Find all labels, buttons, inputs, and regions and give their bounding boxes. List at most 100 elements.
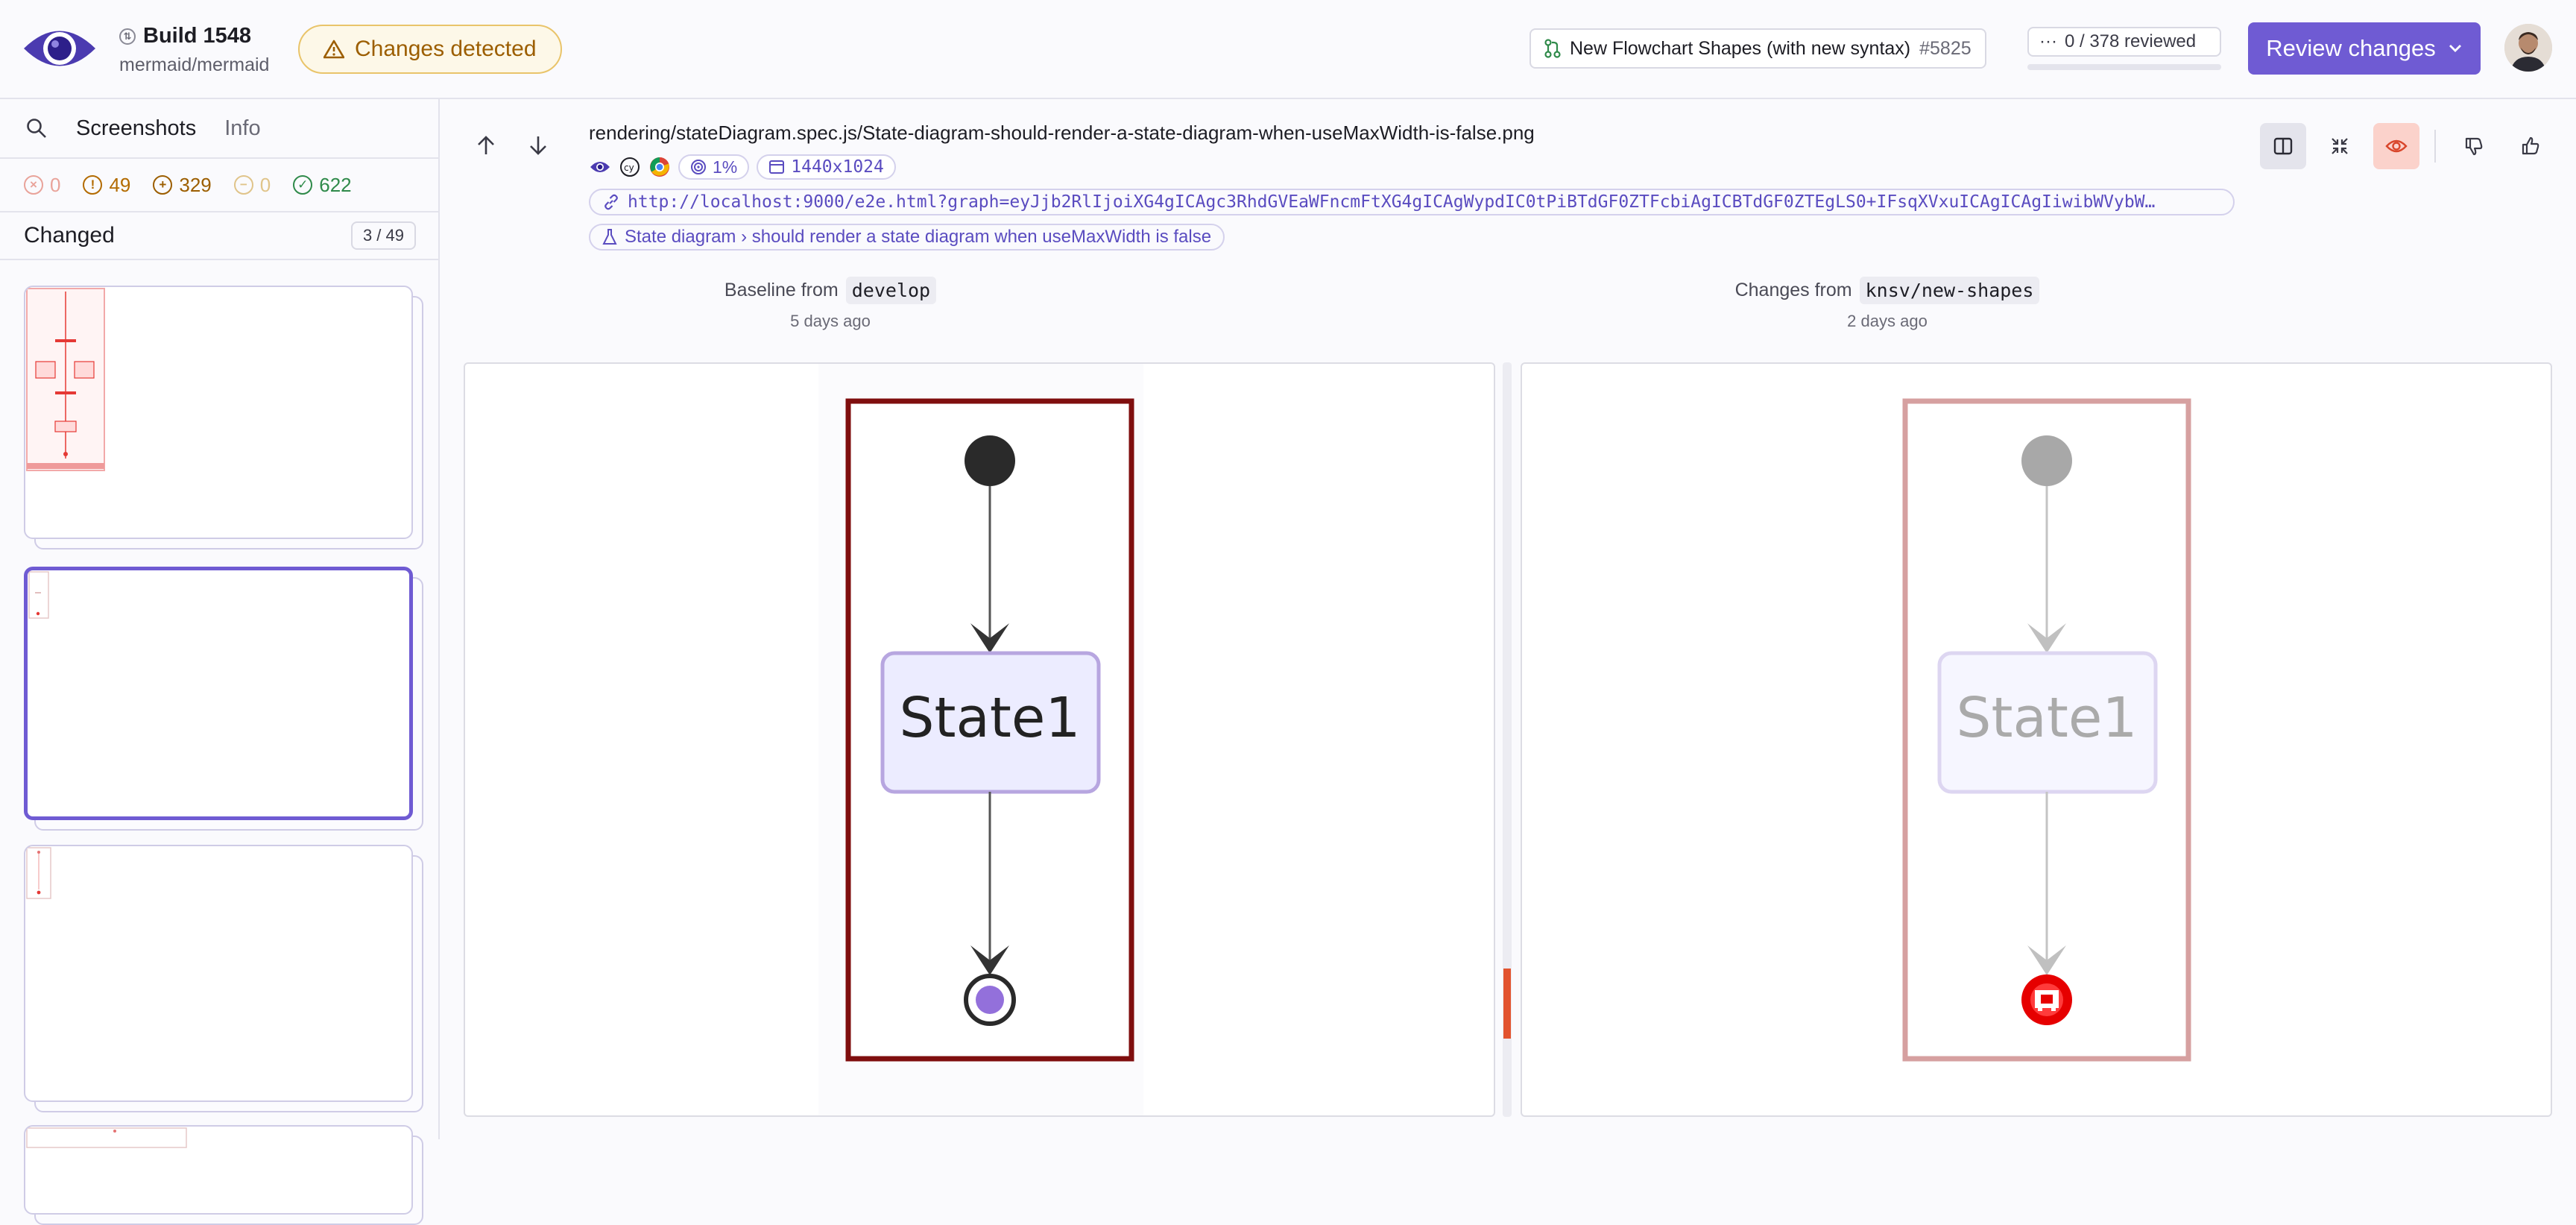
screenshot-filename: rendering/stateDiagram.spec.js/State-dia… (589, 122, 1535, 144)
build-label[interactable]: Build 1548 (143, 24, 251, 48)
tab-info[interactable]: Info (224, 116, 260, 141)
build-icon: ⇅ (119, 28, 136, 45)
group-title: Changed (24, 223, 115, 248)
sidebar-tabs: Screenshots Info (0, 99, 438, 159)
status-badge-label: Changes detected (355, 37, 537, 61)
argos-eye-logo[interactable] (22, 22, 97, 75)
cypress-icon: cy (619, 156, 641, 178)
changes-date: 2 days ago (1847, 312, 1928, 330)
baseline-date: 5 days ago (790, 312, 871, 330)
stat-added-value: 329 (179, 173, 212, 196)
changes-state-diagram: State1 (1902, 398, 2191, 1062)
thumbnail-diff-preview (26, 847, 51, 899)
thumbs-down-icon (2465, 137, 2483, 156)
check-circle-icon: ✓ (293, 175, 313, 195)
side-by-side-view-button[interactable] (2260, 123, 2306, 169)
pull-request-link[interactable]: New Flowchart Shapes (with new syntax) #… (1530, 28, 1986, 69)
changes-label: Changes from (1734, 280, 1852, 300)
changes-screenshot-pane[interactable]: State1 (1521, 362, 2552, 1117)
status-badge: Changes detected (298, 25, 562, 74)
viewport-chip: 1440x1024 (757, 154, 896, 180)
fit-view-button[interactable] (2317, 123, 2363, 169)
main-panel: rendering/stateDiagram.spec.js/State-dia… (441, 99, 2576, 1139)
shrink-icon (2332, 138, 2348, 154)
previous-screenshot-button[interactable] (470, 129, 502, 162)
test-url: http://localhost:9000/e2e.html?graph=eyJ… (628, 192, 2156, 212)
tab-screenshots[interactable]: Screenshots (76, 116, 196, 141)
reject-button[interactable] (2451, 123, 2497, 169)
pr-title: New Flowchart Shapes (with new syntax) (1570, 37, 1911, 59)
columns-icon (2273, 137, 2293, 155)
screenshot-thumbnail[interactable] (24, 286, 426, 549)
threshold-chip: 1% (678, 154, 750, 180)
screenshot-thumbnail[interactable] (24, 1125, 426, 1225)
avatar[interactable] (2504, 24, 2552, 72)
flask-icon (602, 229, 617, 245)
stat-unchanged[interactable]: ✓ 622 (293, 173, 352, 197)
test-url-link[interactable]: http://localhost:9000/e2e.html?graph=eyJ… (589, 189, 2235, 215)
review-progress-bar (2027, 64, 2221, 70)
next-screenshot-button[interactable] (522, 129, 555, 162)
baseline-state-diagram: State1 (845, 398, 1134, 1062)
git-pull-request-icon (1544, 39, 1561, 58)
thumbnail-diff-preview (28, 571, 49, 619)
start-state-node (2021, 435, 2072, 486)
build-info: ⇅ Build 1548 mermaid/mermaid (119, 24, 269, 76)
warning-icon (323, 40, 344, 59)
eye-icon (2385, 139, 2408, 153)
chrome-icon (648, 156, 671, 178)
group-header[interactable]: Changed 3 / 49 (0, 212, 438, 260)
screenshot-thumbnail-selected[interactable] (24, 567, 426, 831)
stats-bar: × 0 ! 49 + 329 − 0 ✓ 622 (0, 159, 438, 212)
alert-circle-icon: ! (83, 175, 103, 195)
stat-failure[interactable]: × 0 (24, 174, 60, 197)
stat-added[interactable]: + 329 (153, 173, 212, 197)
baseline-screenshot-pane[interactable]: State1 (464, 362, 1495, 1117)
stat-changed-value: 49 (109, 173, 131, 196)
viewport-value: 1440x1024 (791, 157, 884, 177)
minus-circle-icon: − (233, 175, 253, 195)
sidebar: Screenshots Info × 0 ! 49 + 329 − 0 ✓ 62… (0, 99, 440, 1225)
threshold-value: 1% (713, 157, 738, 177)
test-title: State diagram › should render a state di… (625, 227, 1212, 247)
stat-unchanged-value: 622 (319, 173, 352, 196)
baseline-branch[interactable]: develop (845, 277, 937, 304)
target-icon (691, 160, 706, 174)
toggle-diff-overlay-button[interactable] (2373, 123, 2419, 169)
view-toolbar (2260, 123, 2554, 169)
thumbs-up-icon (2522, 136, 2539, 155)
link-icon (604, 194, 618, 210)
review-count: 0 / 378 reviewed (2064, 31, 2197, 51)
top-header: ⇅ Build 1548 mermaid/mermaid Changes det… (0, 0, 2576, 99)
diff-position-marker (1503, 969, 1511, 1039)
thumbnail-diff-preview (26, 288, 105, 471)
x-circle-icon: × (24, 175, 43, 195)
window-icon (769, 160, 785, 174)
arrow-up-icon (478, 136, 494, 154)
test-title-chip[interactable]: State diagram › should render a state di… (589, 224, 1225, 251)
screenshot-thumbnail[interactable] (24, 845, 426, 1112)
review-progress: ··· 0 / 378 reviewed (2027, 27, 2221, 70)
approve-button[interactable] (2507, 123, 2554, 169)
changes-branch[interactable]: knsv/new-shapes (1859, 277, 2040, 304)
search-icon[interactable] (25, 117, 48, 139)
svg-text:cy: cy (624, 163, 634, 173)
thumbnail-image (24, 567, 413, 820)
review-count-chip: ··· 0 / 378 reviewed (2027, 27, 2221, 57)
baseline-label: Baseline from (724, 280, 839, 300)
stat-removed[interactable]: − 0 (233, 173, 271, 197)
review-changes-label: Review changes (2266, 35, 2436, 61)
repo-name[interactable]: mermaid/mermaid (119, 54, 269, 76)
chevron-down-icon (2449, 45, 2461, 52)
thumbnail-image (24, 1125, 413, 1215)
group-count: 3 / 49 (350, 221, 416, 250)
review-changes-button[interactable]: Review changes (2248, 22, 2481, 75)
ellipsis-icon: ··· (2039, 31, 2057, 51)
eye-icon (589, 156, 611, 178)
stat-changed[interactable]: ! 49 (83, 174, 130, 197)
pr-number: #5825 (1919, 37, 1972, 59)
plus-circle-icon: + (153, 175, 173, 195)
arrow-down-icon (530, 136, 546, 155)
baseline-header: Baseline from develop 5 days ago (458, 277, 1203, 331)
stat-removed-value: 0 (259, 173, 271, 196)
